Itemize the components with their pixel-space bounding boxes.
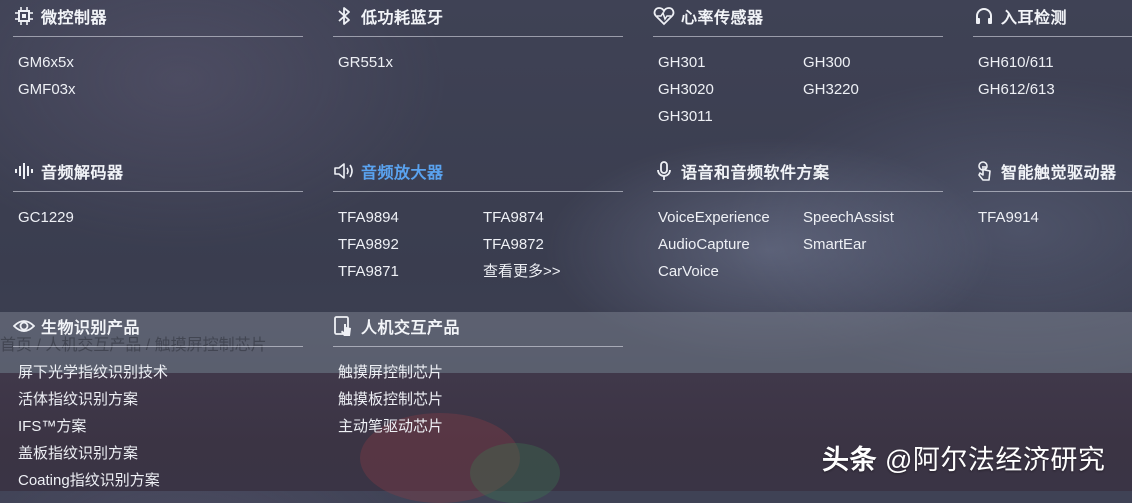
product-link[interactable]: GH612/613 bbox=[978, 76, 1132, 103]
product-link[interactable]: GH300 bbox=[803, 49, 948, 76]
product-link[interactable]: 活体指纹识别方案 bbox=[18, 386, 308, 413]
product-link[interactable]: GH3020 bbox=[658, 76, 803, 103]
product-link[interactable]: GM6x5x bbox=[18, 49, 308, 76]
product-link[interactable]: CarVoice bbox=[658, 258, 803, 285]
category-audio-codec: 音频解码器 GC1229 bbox=[13, 157, 303, 231]
category-microcontroller: 微控制器 GM6x5x GMF03x bbox=[13, 2, 303, 103]
product-link[interactable]: TFA9874 bbox=[483, 204, 628, 231]
product-link[interactable]: TFA9914 bbox=[978, 204, 1132, 231]
product-link[interactable]: 屏下光学指纹识别技术 bbox=[18, 359, 308, 386]
product-link[interactable]: GH3011 bbox=[658, 103, 803, 130]
category-title[interactable]: 音频放大器 bbox=[361, 159, 444, 183]
product-link[interactable]: GH301 bbox=[658, 49, 803, 76]
product-link[interactable]: 主动笔驱动芯片 bbox=[338, 413, 628, 440]
product-link[interactable]: GMF03x bbox=[18, 76, 308, 103]
background-blob bbox=[470, 443, 560, 503]
category-audio-amplifier: 音频放大器 TFA9894 TFA9874 TFA9892 TFA9872 TF… bbox=[333, 157, 623, 285]
headphones-icon bbox=[973, 5, 995, 27]
product-link[interactable]: AudioCapture bbox=[658, 231, 803, 258]
product-link[interactable]: 盖板指纹识别方案 bbox=[18, 440, 308, 467]
microphone-icon bbox=[653, 160, 675, 182]
chip-icon bbox=[13, 5, 35, 27]
product-link[interactable]: TFA9892 bbox=[338, 231, 483, 258]
category-hmi: 人机交互产品 触摸屏控制芯片 触摸板控制芯片 主动笔驱动芯片 bbox=[333, 312, 623, 440]
audio-wave-icon bbox=[13, 160, 35, 182]
bluetooth-icon bbox=[333, 5, 355, 27]
category-heart-rate: 心率传感器 GH301 GH300 GH3020 GH3220 GH3011 bbox=[653, 2, 943, 130]
watermark: 头条 @阿尔法经济研究 bbox=[822, 438, 1105, 477]
category-title[interactable]: 生物识别产品 bbox=[41, 314, 140, 338]
product-link[interactable]: IFS™方案 bbox=[18, 413, 308, 440]
product-link[interactable]: GC1229 bbox=[18, 204, 308, 231]
category-ble: 低功耗蓝牙 GR551x bbox=[333, 2, 623, 76]
product-link[interactable]: TFA9871 bbox=[338, 258, 483, 285]
speaker-icon bbox=[333, 160, 355, 182]
product-link[interactable]: VoiceExperience bbox=[658, 204, 803, 231]
category-title[interactable]: 人机交互产品 bbox=[361, 314, 460, 338]
category-title[interactable]: 智能触觉驱动器 bbox=[1001, 159, 1117, 183]
category-title[interactable]: 低功耗蓝牙 bbox=[361, 4, 444, 28]
watermark-handle: @阿尔法经济研究 bbox=[885, 445, 1106, 475]
view-more-link[interactable]: 查看更多>> bbox=[483, 258, 628, 285]
product-link[interactable]: Coating指纹识别方案 bbox=[18, 467, 308, 494]
product-link[interactable]: SmartEar bbox=[803, 231, 948, 258]
touch-icon bbox=[973, 160, 995, 182]
heart-rate-icon bbox=[653, 5, 675, 27]
category-title[interactable]: 语音和音频软件方案 bbox=[681, 159, 830, 183]
category-title[interactable]: 微控制器 bbox=[41, 4, 107, 28]
product-link[interactable]: 触摸板控制芯片 bbox=[338, 386, 628, 413]
product-link[interactable]: GR551x bbox=[338, 49, 628, 76]
category-haptic-driver: 智能触觉驱动器 TFA9914 bbox=[973, 157, 1132, 231]
category-title[interactable]: 入耳检测 bbox=[1001, 4, 1067, 28]
category-in-ear-detection: 入耳检测 GH610/611 GH612/613 bbox=[973, 2, 1132, 103]
category-title[interactable]: 心率传感器 bbox=[681, 4, 764, 28]
product-link[interactable]: GH3220 bbox=[803, 76, 948, 103]
eye-icon bbox=[13, 315, 35, 337]
category-title[interactable]: 音频解码器 bbox=[41, 159, 124, 183]
category-biometrics: 生物识别产品 屏下光学指纹识别技术 活体指纹识别方案 IFS™方案 盖板指纹识别… bbox=[13, 312, 303, 494]
product-link[interactable]: TFA9894 bbox=[338, 204, 483, 231]
product-link[interactable]: GH610/611 bbox=[978, 49, 1132, 76]
watermark-platform: 头条 bbox=[822, 445, 877, 475]
product-link[interactable]: TFA9872 bbox=[483, 231, 628, 258]
product-link[interactable]: 触摸屏控制芯片 bbox=[338, 359, 628, 386]
tablet-touch-icon bbox=[333, 315, 355, 337]
product-link[interactable]: SpeechAssist bbox=[803, 204, 948, 231]
category-voice-software: 语音和音频软件方案 VoiceExperience SpeechAssist A… bbox=[653, 157, 943, 285]
